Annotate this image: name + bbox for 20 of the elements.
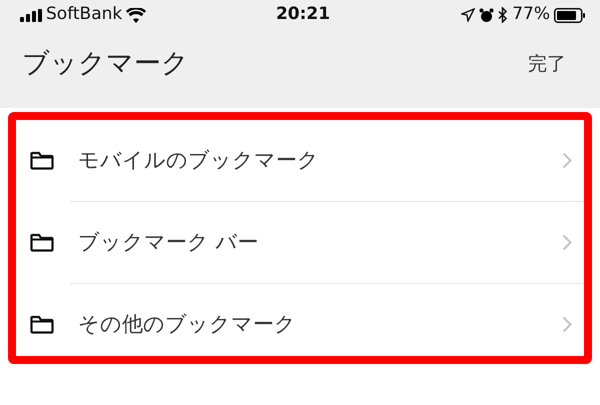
page-title: ブックマーク	[22, 46, 189, 81]
folder-name[interactable]: その他のブックマーク	[78, 308, 562, 340]
battery-icon	[554, 8, 586, 22]
wifi-icon	[126, 8, 146, 22]
folder-icon	[30, 233, 54, 252]
clock-time: 20:21	[276, 4, 330, 24]
chevron-right-icon[interactable]	[562, 152, 572, 169]
battery-percent: 77%	[512, 3, 550, 26]
signal-icon	[20, 8, 42, 22]
bluetooth-icon	[498, 7, 508, 23]
chevron-right-icon[interactable]	[562, 234, 572, 251]
location-arrow-icon	[461, 8, 476, 22]
folder-name[interactable]: ブックマーク バー	[78, 226, 562, 258]
folder-icon	[30, 151, 54, 170]
chevron-right-icon[interactable]	[562, 316, 572, 333]
folder-icon	[30, 315, 54, 334]
done-button[interactable]: 完了	[528, 50, 566, 78]
alarm-icon	[479, 8, 494, 22]
carrier-name: SoftBank	[46, 3, 122, 26]
folder-name[interactable]: モバイルのブックマーク	[78, 144, 562, 176]
